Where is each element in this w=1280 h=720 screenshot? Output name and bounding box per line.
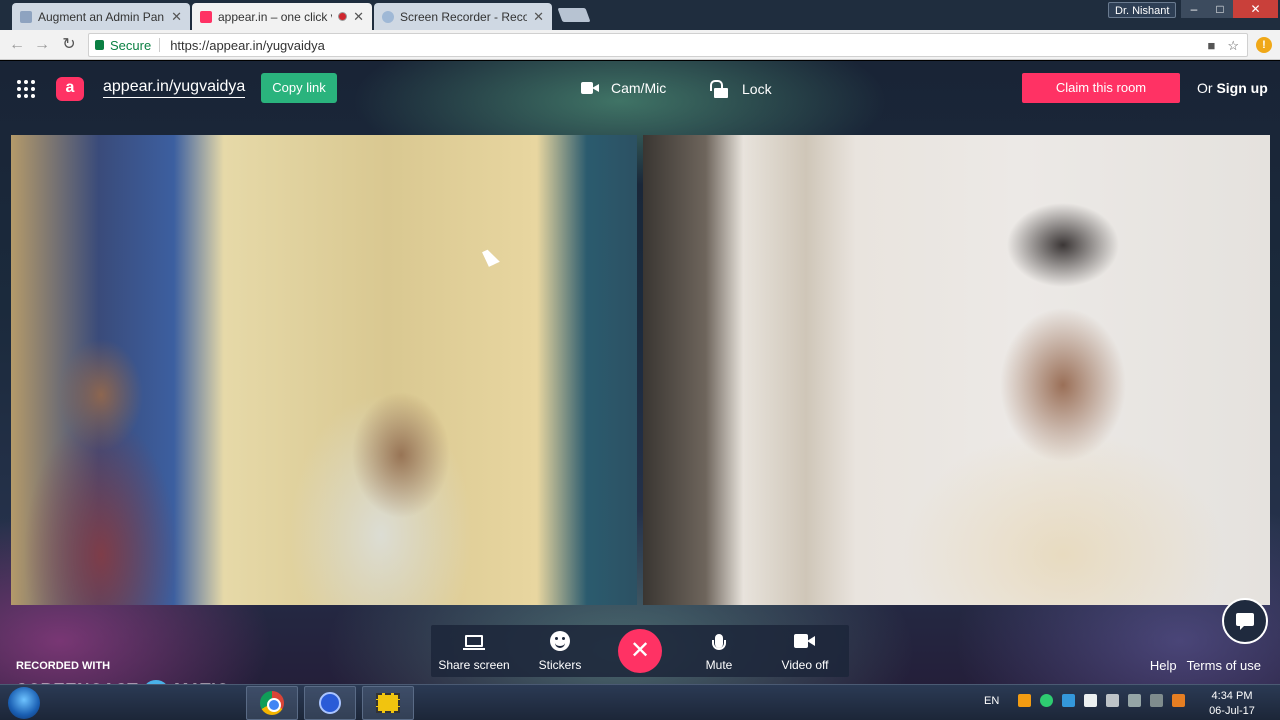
- secure-label: Secure: [110, 37, 152, 53]
- claim-room-button[interactable]: Claim this room: [1022, 73, 1180, 103]
- top-navigation: a appear.in/yugvaidya Copy link Cam/Mic …: [0, 61, 1280, 117]
- tab-title: Augment an Admin Pan: [38, 9, 165, 24]
- lock-label: Lock: [742, 81, 772, 97]
- signup-area: Or Sign up: [1197, 80, 1268, 96]
- loading-icon: [382, 10, 394, 23]
- share-screen-button[interactable]: Share screen: [434, 630, 514, 672]
- lock-room-button[interactable]: Lock: [712, 80, 772, 98]
- minimize-button[interactable]: –: [1181, 0, 1207, 18]
- tab-admin-panel[interactable]: Augment an Admin Pan ✕: [12, 3, 190, 30]
- reload-icon[interactable]: ↻: [60, 36, 78, 54]
- unlock-icon: [712, 80, 730, 98]
- url-input[interactable]: Secure https://appear.in/yugvaidya ■ ☆: [88, 33, 1248, 57]
- participant-video-remote: [643, 135, 1270, 605]
- camera-icon: [581, 82, 599, 94]
- volume-icon[interactable]: [1084, 694, 1098, 707]
- url-text: https://appear.in/yugvaidya: [170, 37, 325, 53]
- chrome-icon: [260, 691, 284, 715]
- signal-icon[interactable]: [1106, 694, 1120, 707]
- cam-mic-label: Cam/Mic: [611, 80, 667, 96]
- appear-in-logo[interactable]: a: [56, 75, 92, 103]
- divider: [159, 38, 161, 52]
- screen-capture-icon: [376, 693, 400, 713]
- system-tray: EN: [984, 694, 1186, 707]
- extension-alert-icon[interactable]: !: [1256, 37, 1272, 53]
- video-off-label: Video off: [781, 658, 829, 672]
- browser-titlebar: Augment an Admin Pan ✕ appear.in – one c…: [0, 0, 1280, 30]
- tab-appear-in[interactable]: appear.in – one click v ✕: [192, 3, 372, 30]
- participant-video-local: [11, 135, 637, 605]
- cam-mic-button[interactable]: Cam/Mic: [581, 80, 666, 96]
- clock-time: 4:34 PM: [1211, 690, 1253, 702]
- app-icon: [319, 692, 341, 714]
- sign-up-link[interactable]: Sign up: [1216, 80, 1267, 96]
- microphone-icon: [712, 634, 726, 650]
- leave-call-button[interactable]: ✕: [618, 629, 662, 673]
- or-label: Or: [1197, 80, 1213, 96]
- call-controls: Share screen Stickers ✕ Mute Video off: [431, 625, 849, 677]
- page-icon: [20, 10, 32, 23]
- mute-button[interactable]: Mute: [679, 630, 759, 672]
- power-icon[interactable]: [1150, 694, 1164, 707]
- taskbar-app[interactable]: [304, 686, 356, 720]
- share-screen-label: Share screen: [438, 658, 510, 672]
- close-tab-icon[interactable]: ✕: [353, 9, 364, 25]
- close-tab-icon[interactable]: ✕: [171, 9, 182, 25]
- clock[interactable]: 4:34 PM 06-Jul-17: [1203, 689, 1261, 719]
- close-tab-icon[interactable]: ✕: [533, 9, 544, 25]
- close-window-button[interactable]: ✕: [1233, 0, 1278, 18]
- mute-label: Mute: [705, 658, 733, 672]
- language-indicator[interactable]: EN: [984, 695, 999, 707]
- start-button[interactable]: [8, 687, 40, 719]
- stickers-label: Stickers: [538, 658, 582, 672]
- new-tab-button[interactable]: [557, 8, 591, 22]
- clock-date: 06-Jul-17: [1209, 705, 1255, 717]
- windows-taskbar: EN 4:34 PM 06-Jul-17: [0, 684, 1280, 720]
- taskbar-screen-recorder[interactable]: [362, 686, 414, 720]
- address-bar: ← → ↻ Secure https://appear.in/yugvaidya…: [0, 30, 1280, 60]
- recording-indicator-icon: [338, 12, 348, 21]
- apps-grid-icon[interactable]: [17, 80, 35, 98]
- tray-app-icon[interactable]: [1018, 694, 1032, 707]
- flag-icon[interactable]: [1128, 694, 1142, 707]
- appear-in-app: a appear.in/yugvaidya Copy link Cam/Mic …: [0, 61, 1280, 708]
- lock-icon: [95, 40, 104, 50]
- network-icon[interactable]: [1062, 694, 1076, 707]
- maximize-button[interactable]: □: [1207, 0, 1233, 18]
- chat-button[interactable]: [1222, 598, 1268, 644]
- appear-in-favicon-icon: [200, 10, 212, 23]
- smiley-icon: [550, 631, 570, 651]
- stickers-button[interactable]: Stickers: [520, 630, 600, 672]
- profile-button[interactable]: Dr. Nishant: [1108, 2, 1177, 18]
- camera-permission-icon[interactable]: ■: [1207, 38, 1215, 54]
- recorded-with-label: RECORDED WITH: [16, 660, 111, 672]
- footer-links: Help Terms of use: [1150, 658, 1261, 673]
- bookmark-star-icon[interactable]: ☆: [1227, 38, 1239, 54]
- video-off-button[interactable]: Video off: [765, 630, 845, 672]
- back-arrow-icon[interactable]: ←: [8, 36, 26, 54]
- notification-icon[interactable]: [1172, 694, 1186, 707]
- help-link[interactable]: Help: [1150, 658, 1177, 673]
- monitor-icon: [463, 635, 485, 650]
- security-icon[interactable]: [1040, 694, 1054, 707]
- copy-link-button[interactable]: Copy link: [261, 73, 337, 103]
- room-url-link[interactable]: appear.in/yugvaidya: [103, 78, 246, 98]
- tab-screen-recorder[interactable]: Screen Recorder - Record ✕: [374, 3, 552, 30]
- taskbar-chrome[interactable]: [246, 686, 298, 720]
- video-camera-icon: [794, 634, 816, 648]
- tab-title: Screen Recorder - Record: [400, 9, 528, 24]
- forward-arrow-icon[interactable]: →: [33, 36, 51, 54]
- tab-title: appear.in – one click v: [218, 9, 333, 24]
- terms-link[interactable]: Terms of use: [1187, 658, 1261, 673]
